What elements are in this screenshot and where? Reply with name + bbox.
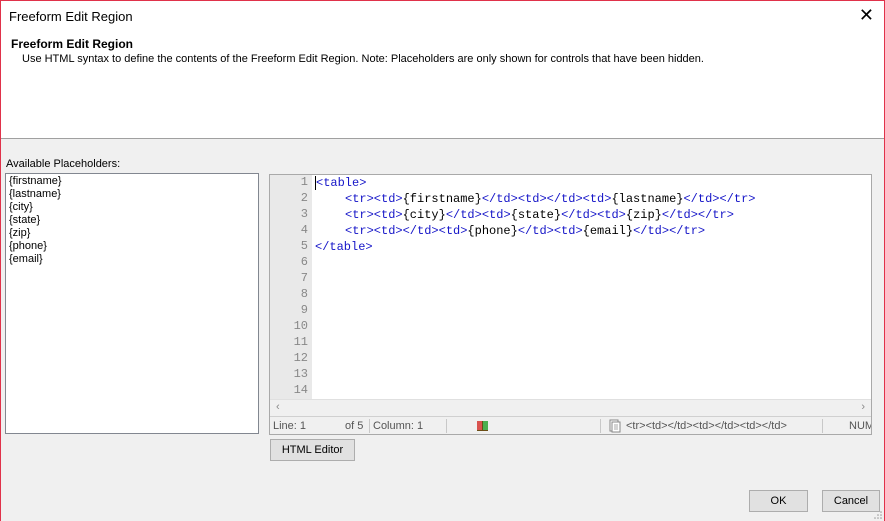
code-line-2: <tr><td>{firstname}</td><td></td><td>{la… [345, 191, 755, 207]
scroll-left-icon[interactable]: ‹ [276, 401, 280, 413]
placeholder-item[interactable]: {firstname} [9, 175, 255, 188]
line-number: 1 [300, 175, 308, 189]
line-number: 2 [300, 191, 308, 205]
placeholder-item[interactable]: {state} [9, 214, 255, 227]
line-number: 9 [300, 303, 308, 317]
line-number-gutter: 1 2 3 4 5 6 7 8 9 10 11 12 13 14 [270, 175, 312, 399]
code-tag: </td><td></td><td> [481, 192, 612, 206]
code-tag: </td><td> [445, 208, 511, 222]
status-breadcrumb: <tr><td></td><td></td><td></td> [626, 420, 787, 432]
status-line: Line: 1 [273, 420, 307, 432]
status-column: Column: 1 [373, 420, 424, 432]
line-number: 3 [300, 207, 308, 221]
status-divider [600, 419, 601, 433]
close-icon[interactable]: ✕ [859, 5, 874, 25]
placeholder-item[interactable]: {city} [9, 201, 255, 214]
header-panel: Freeform Edit Region Use HTML syntax to … [1, 33, 884, 137]
placeholder-item[interactable]: {lastname} [9, 188, 255, 201]
code-tag: </table> [315, 240, 373, 254]
code-text-area[interactable]: <table> <tr><td>{firstname}</td><td></td… [313, 175, 871, 399]
code-placeholder: {firstname} [402, 192, 482, 206]
code-placeholder: {zip} [625, 208, 662, 222]
dialog-window: Freeform Edit Region ✕ Freeform Edit Reg… [0, 0, 885, 521]
status-divider [446, 419, 447, 433]
line-number: 13 [293, 367, 308, 381]
code-tag: </td></tr> [661, 208, 734, 222]
title-bar: Freeform Edit Region ✕ [1, 1, 884, 33]
code-line-3: <tr><td>{city}</td><td>{state}</td><td>{… [345, 207, 734, 223]
book-icon[interactable] [476, 419, 489, 432]
code-tag: <tr><td> [345, 192, 403, 206]
cancel-button[interactable]: Cancel [822, 490, 880, 512]
ok-button[interactable]: OK [749, 490, 808, 512]
code-placeholder: {lastname} [611, 192, 684, 206]
status-divider [369, 419, 370, 433]
line-number: 12 [293, 351, 308, 365]
code-line-1: <table> [315, 175, 366, 191]
code-line-4: <tr><td></td><td>{phone}</td><td>{email}… [345, 223, 705, 239]
code-line-5: </table> [315, 239, 373, 255]
placeholder-item[interactable]: {email} [9, 253, 255, 266]
status-divider [822, 419, 823, 433]
code-tag: <tr><td> [345, 208, 403, 222]
code-placeholder: {phone} [467, 224, 518, 238]
placeholder-item[interactable]: {phone} [9, 240, 255, 253]
code-tag: </td><td> [561, 208, 626, 222]
html-editor-button[interactable]: HTML Editor [270, 439, 355, 461]
code-placeholder: {email} [582, 224, 634, 238]
header-description: Use HTML syntax to define the contents o… [22, 53, 704, 65]
line-number: 8 [300, 287, 308, 301]
line-number: 6 [300, 255, 308, 269]
scroll-right-icon[interactable]: › [861, 401, 865, 413]
code-tag: </td></tr> [683, 192, 756, 206]
window-title: Freeform Edit Region [9, 9, 133, 24]
horizontal-scrollbar[interactable]: ‹ › [270, 399, 871, 416]
header-title: Freeform Edit Region [11, 37, 134, 51]
line-number: 7 [300, 271, 308, 285]
line-number: 11 [293, 335, 308, 349]
status-line-count: of 5 [345, 420, 364, 432]
code-placeholder: {city} [402, 208, 446, 222]
code-tag: <table> [316, 176, 367, 190]
code-tag: </td></tr> [633, 224, 706, 238]
content-area: Available Placeholders: {firstname} {las… [1, 138, 884, 521]
placeholder-item[interactable]: {zip} [9, 227, 255, 240]
editor-status-bar: Line: 1 of 5 Column: 1 <tr><td></td><td>… [270, 416, 872, 434]
line-number: 4 [300, 223, 308, 237]
line-number: 14 [293, 383, 308, 397]
placeholders-label: Available Placeholders: [6, 158, 121, 170]
resize-grip-icon[interactable] [873, 510, 883, 520]
placeholders-list[interactable]: {firstname} {lastname} {city} {state} {z… [5, 173, 259, 434]
code-tag: </td><td> [517, 224, 583, 238]
code-placeholder: {state} [510, 208, 562, 222]
status-num-lock: NUM [849, 420, 872, 432]
html-code-editor[interactable]: 1 2 3 4 5 6 7 8 9 10 11 12 13 14 <table>… [269, 174, 872, 435]
code-tag: <tr><td></td><td> [345, 224, 468, 238]
document-icon [609, 419, 621, 433]
line-number: 10 [293, 319, 308, 333]
line-number: 5 [300, 239, 308, 253]
